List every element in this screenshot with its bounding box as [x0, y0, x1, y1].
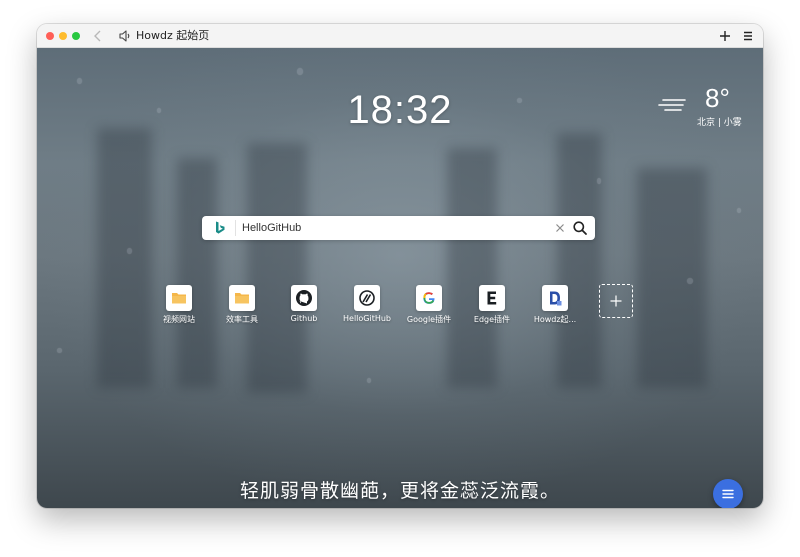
shortcut-label: Google插件 — [406, 315, 452, 324]
menu-icon — [722, 489, 734, 499]
shortcut-icon-box — [291, 285, 317, 311]
shortcut-label: Github — [290, 314, 318, 323]
shortcut-label: Howdz起... — [533, 315, 577, 324]
folder-icon — [172, 293, 186, 304]
search-input[interactable] — [242, 216, 542, 240]
raindrop — [297, 68, 303, 75]
clock: 18:32 — [347, 88, 453, 132]
back-arrow-icon[interactable] — [91, 28, 105, 44]
close-window-button[interactable] — [46, 32, 54, 40]
minimize-window-button[interactable] — [59, 32, 67, 40]
background-blur — [637, 168, 707, 388]
shortcut-productivity-tools[interactable]: 效率工具 — [212, 285, 272, 325]
menu-fab-button[interactable] — [713, 479, 743, 508]
clear-icon[interactable] — [554, 222, 566, 234]
window-title: Howdz 起始页 — [136, 29, 210, 42]
temperature[interactable]: 8° — [705, 84, 730, 112]
shortcut-label: 视频网站 — [163, 315, 195, 324]
search-bar — [202, 216, 595, 240]
background-blur — [557, 133, 602, 388]
raindrop — [687, 278, 693, 284]
shortcut-howdz[interactable]: Howdz起... — [525, 285, 585, 325]
maximize-window-button[interactable] — [72, 32, 80, 40]
shortcut-icon-box — [229, 285, 255, 311]
new-tab-icon[interactable] — [718, 29, 732, 43]
weather-location: 北京 | 小雾 — [697, 118, 742, 128]
google-icon — [423, 292, 435, 304]
shortcut-google-extensions[interactable]: Google插件 — [399, 285, 459, 325]
raindrop — [597, 178, 601, 184]
howdz-icon — [550, 291, 562, 306]
hellogithub-icon — [359, 290, 375, 306]
shortcut-label: Edge插件 — [473, 315, 511, 324]
shortcut-icon-box — [542, 285, 568, 311]
shortcut-github[interactable]: Github — [274, 285, 334, 323]
shortcut-hellogithub[interactable]: HelloGitHub — [337, 285, 397, 323]
fog-icon[interactable] — [657, 98, 687, 112]
speaker-icon[interactable] — [118, 29, 132, 43]
browser-window: Howdz 起始页 18:32 8° 北京 | 小雾 HelloGitHub 视… — [37, 24, 763, 508]
title-bar: Howdz 起始页 — [37, 24, 763, 48]
add-shortcut-button[interactable] — [599, 284, 633, 318]
raindrop — [737, 208, 741, 213]
folder-icon — [235, 293, 249, 304]
shortcut-label: HelloGitHub — [343, 314, 391, 323]
shortcut-video-sites[interactable]: 视频网站 — [149, 285, 209, 325]
plus-icon — [610, 295, 622, 307]
shortcut-label: 效率工具 — [226, 315, 258, 324]
shortcut-icon-box — [354, 285, 380, 311]
bing-icon[interactable] — [212, 220, 228, 236]
raindrop — [127, 248, 132, 254]
github-icon — [296, 290, 312, 306]
background-blur — [177, 158, 217, 388]
background-blur — [447, 148, 497, 388]
background-blur — [97, 128, 152, 388]
raindrop — [77, 78, 82, 84]
edge-letter-icon — [487, 291, 497, 305]
background-blur — [247, 143, 307, 393]
raindrop — [367, 378, 371, 383]
shortcut-icon-box — [416, 285, 442, 311]
shortcut-icon-box — [479, 285, 505, 311]
hamburger-menu-icon[interactable] — [741, 29, 755, 43]
search-icon[interactable] — [572, 220, 588, 236]
shortcut-icon-box — [166, 285, 192, 311]
raindrop — [57, 348, 62, 353]
shortcut-edge-extensions[interactable]: Edge插件 — [462, 285, 522, 325]
search-divider — [235, 220, 236, 236]
poem-quote: 轻肌弱骨散幽葩，更将金蕊泛流霞。 — [239, 480, 560, 502]
start-page: 18:32 8° 北京 | 小雾 HelloGitHub 视频网站 效率工具 G… — [37, 48, 763, 508]
